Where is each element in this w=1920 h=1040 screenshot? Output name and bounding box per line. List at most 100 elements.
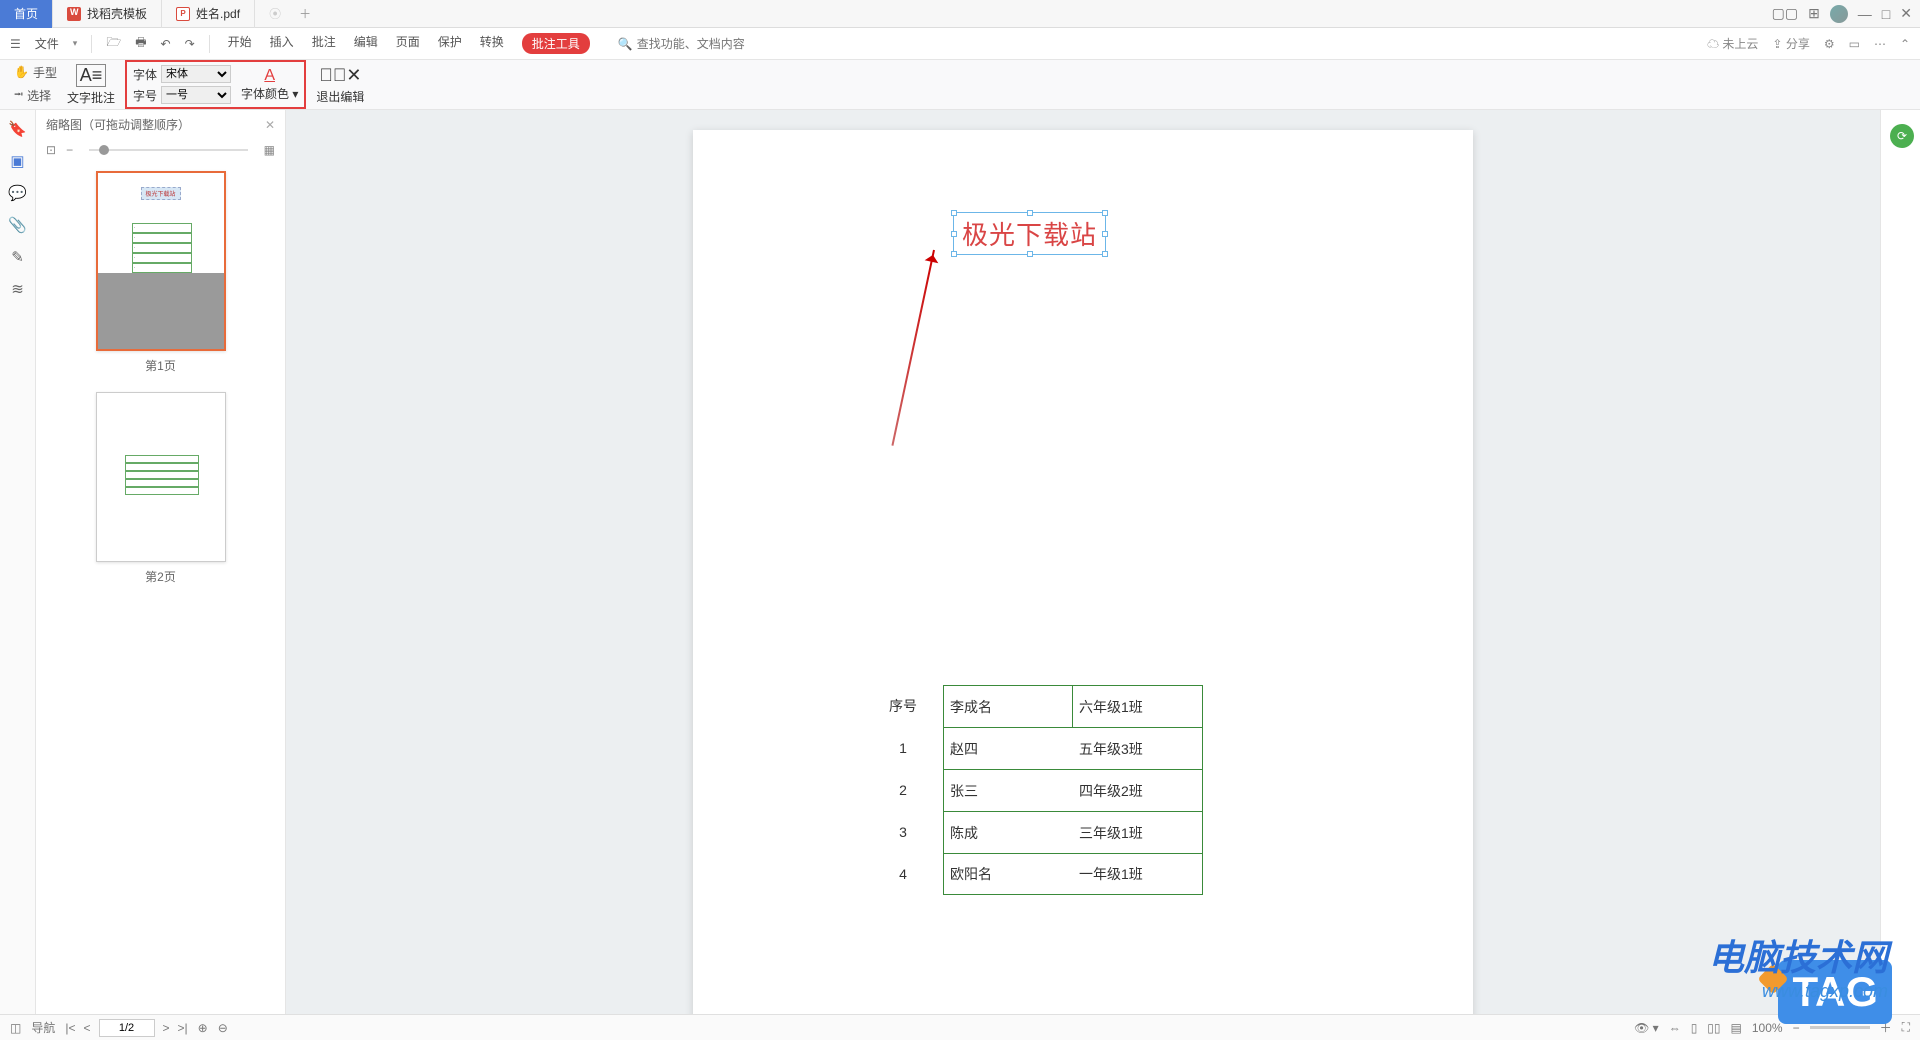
page-input[interactable] [99, 1019, 155, 1037]
handle-icon[interactable] [1027, 251, 1033, 257]
comment-icon[interactable]: 💬 [8, 184, 27, 202]
menu-annotate[interactable]: 批注 [312, 33, 336, 54]
select-tool[interactable]: ⭲ 选择 [14, 85, 57, 106]
watermark: 电脑技术网 www.tagxp.com [1708, 929, 1888, 1002]
document-area[interactable]: 极光下载站 序号李成名六年级1班 1赵四五年级3班 2张三四年级2班 3陈成三年… [286, 110, 1880, 1014]
open-icon[interactable]: 🗁 [106, 33, 121, 54]
attach-icon[interactable]: 📎 [8, 216, 27, 234]
arrow-annotation [891, 250, 935, 446]
text-annotate-button[interactable]: A≡ 文字批注 [67, 60, 115, 109]
handle-icon[interactable] [1027, 210, 1033, 216]
tab-template[interactable]: 找稻壳模板 [53, 0, 162, 28]
settings-icon[interactable]: ⚙ [1824, 37, 1835, 51]
nav-label[interactable]: 导航 [31, 1019, 55, 1036]
help-bubble-icon[interactable]: ⟳ [1890, 124, 1914, 148]
menu-page[interactable]: 页面 [396, 33, 420, 54]
panel-toggle-icon[interactable]: ◫ [10, 1021, 21, 1035]
thumb-opts-icon[interactable]: ⊡ [46, 143, 56, 157]
layers-icon[interactable]: ≋ [11, 280, 24, 298]
text-box-content: 极光下载站 [962, 221, 1097, 250]
td: 欧阳名 [943, 853, 1073, 895]
feedback-icon[interactable]: ▭ [1849, 37, 1860, 51]
handle-icon[interactable] [951, 231, 957, 237]
thumb-page-1[interactable]: 极光下载站 ····· [96, 171, 226, 351]
font-label: 字体 [133, 66, 157, 83]
menu-insert[interactable]: 插入 [270, 33, 294, 54]
layout-icon[interactable]: ▢▢ [1772, 5, 1798, 22]
fit2-icon[interactable]: ⊖ [218, 1021, 228, 1035]
more-icon[interactable]: ⋯ [1874, 37, 1886, 51]
wps-icon [67, 7, 81, 21]
menu-start[interactable]: 开始 [228, 33, 252, 54]
share-button[interactable]: ⇪ 分享 [1772, 35, 1809, 52]
tab-document[interactable]: P姓名.pdf [162, 0, 255, 28]
handle-icon[interactable] [1102, 251, 1108, 257]
fullscreen-icon[interactable]: ⛶ [1902, 1020, 1910, 1035]
last-page-icon[interactable]: >| [178, 1021, 188, 1035]
td: 三年级1班 [1073, 811, 1203, 853]
maximize-icon[interactable]: □ [1882, 6, 1890, 22]
zoom-slider[interactable] [1810, 1026, 1870, 1029]
tab-bar: 首页 找稻壳模板 P姓名.pdf ⦿＋ ▢▢ ⊞ — □ ✕ [0, 0, 1920, 28]
right-rail: ⟳ [1880, 110, 1920, 1014]
fit-icon[interactable]: ⊕ [198, 1021, 208, 1035]
close-icon[interactable]: ＋ [299, 5, 311, 22]
pdf-icon: P [176, 7, 190, 21]
collapse-icon[interactable]: ⌃ [1900, 37, 1910, 51]
tab-menu-icon[interactable]: ⦿ [269, 5, 281, 22]
search-box[interactable]: 🔍 [618, 37, 777, 51]
grid-icon[interactable]: ⊞ [1808, 5, 1820, 22]
prev-page-icon[interactable]: < [83, 1021, 90, 1035]
text-box-selected[interactable]: 极光下载站 [953, 212, 1106, 255]
first-page-icon[interactable]: |< [65, 1021, 75, 1035]
ribbon: ✋ 手型 ⭲ 选择 A≡ 文字批注 字体宋体 字号一号 A 字体颜色 ▾ �⃞✕… [0, 60, 1920, 110]
close-window-icon[interactable]: ✕ [1900, 5, 1912, 22]
tab-home-label: 首页 [14, 5, 38, 22]
print-icon[interactable]: 🖶 [135, 33, 146, 54]
th: 六年级1班 [1073, 685, 1203, 727]
td: 五年级3班 [1073, 727, 1203, 769]
tab-home[interactable]: 首页 [0, 0, 53, 28]
handle-icon[interactable] [951, 210, 957, 216]
undo-icon[interactable]: ↶ [161, 37, 171, 51]
fit-width-icon[interactable]: ⇔ [1669, 1021, 1681, 1035]
view-eye-icon[interactable]: 👁 ▾ [1634, 1021, 1659, 1035]
thumbnail-icon[interactable]: ▣ [10, 152, 24, 170]
two-page-icon[interactable]: ▯▯ [1707, 1021, 1720, 1035]
thumb-1-label: 第1页 [145, 357, 176, 374]
menu-icon[interactable]: ☰ [10, 37, 21, 51]
thumb-page-2[interactable] [96, 392, 226, 562]
tab-actions: ⦿＋ [255, 0, 325, 28]
handle-icon[interactable] [1102, 231, 1108, 237]
menu-tools[interactable]: 批注工具 [522, 33, 590, 54]
menu-edit[interactable]: 编辑 [354, 33, 378, 54]
thumb-2-label: 第2页 [145, 568, 176, 585]
file-menu[interactable]: 文件 [35, 35, 59, 52]
size-select[interactable]: 一号 [161, 86, 231, 104]
sign-icon[interactable]: ✎ [11, 248, 24, 266]
menu-protect[interactable]: 保护 [438, 33, 462, 54]
avatar[interactable] [1830, 5, 1848, 23]
handle-icon[interactable] [1102, 210, 1108, 216]
minimize-icon[interactable]: — [1858, 6, 1872, 22]
thumb-size-slider[interactable] [89, 149, 248, 151]
handle-icon[interactable] [951, 251, 957, 257]
single-page-icon[interactable]: ▯ [1691, 1021, 1698, 1035]
next-page-icon[interactable]: > [163, 1021, 170, 1035]
font-color-button[interactable]: A 字体颜色 ▾ [241, 67, 298, 102]
cloud-icon[interactable]: ☁ 未上云 [1707, 35, 1758, 52]
hand-tool[interactable]: ✋ 手型 [14, 64, 57, 81]
menu-convert[interactable]: 转换 [480, 33, 504, 54]
continuous-icon[interactable]: ▤ [1731, 1021, 1742, 1035]
search-icon: 🔍 [618, 37, 633, 51]
thumb-zoom-out-icon[interactable]: − [66, 143, 73, 157]
bookmark-icon[interactable]: 🔖 [8, 120, 27, 138]
font-select[interactable]: 宋体 [161, 65, 231, 83]
exit-edit-button[interactable]: �⃞✕ 退出编辑 [316, 60, 364, 109]
thumb-view-icon[interactable]: ▦ [264, 143, 275, 157]
td: 1 [863, 740, 943, 756]
redo-icon[interactable]: ↷ [185, 37, 195, 51]
toolbar: ☰ 文件▾ 🗁 🖶 ↶ ↷ 开始 插入 批注 编辑 页面 保护 转换 批注工具 … [0, 28, 1920, 60]
close-panel-icon[interactable]: ✕ [265, 118, 275, 132]
search-input[interactable] [637, 37, 777, 51]
